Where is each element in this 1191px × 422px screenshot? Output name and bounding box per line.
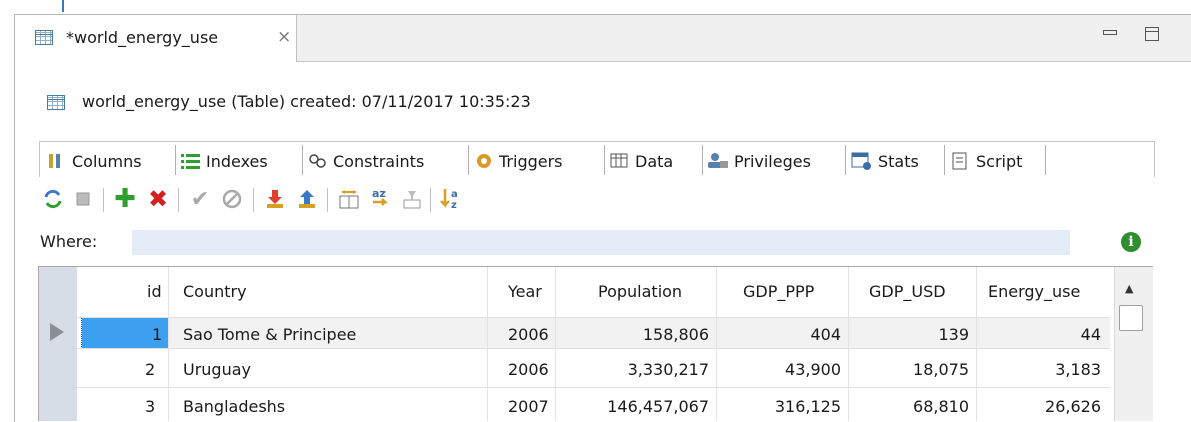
row-header-gutter (39, 267, 77, 421)
column-header-gdp-ppp[interactable]: GDP_PPP (743, 282, 814, 301)
column-header-country[interactable]: Country (183, 282, 247, 301)
table-cell[interactable]: 2 (145, 360, 155, 379)
table-cell[interactable]: 2006 (508, 325, 549, 344)
table-cell[interactable]: Uruguay (183, 360, 251, 379)
tab-columns[interactable]: Columns (46, 148, 142, 174)
close-tab-icon[interactable]: × (277, 27, 291, 47)
maximize-icon[interactable] (1145, 27, 1159, 41)
editor-tab-title: *world_energy_use (66, 28, 219, 47)
script-icon (952, 152, 967, 170)
tab-indexes[interactable]: Indexes (180, 148, 268, 174)
svg-text:az: az (372, 187, 386, 200)
table-cell[interactable]: 3,330,217 (628, 360, 709, 379)
tab-triggers-label: Triggers (499, 151, 563, 171)
table-cell[interactable]: 3 (145, 397, 155, 416)
sort-az-icon[interactable]: az (368, 186, 394, 212)
table-cell[interactable]: 26,626 (1045, 397, 1101, 416)
columns-icon (49, 154, 60, 168)
data-icon (610, 153, 628, 168)
table-cell[interactable]: 1 (152, 325, 162, 344)
table-cell[interactable]: 2007 (508, 397, 549, 416)
column-header-population[interactable]: Population (598, 282, 682, 301)
tab-script[interactable]: Script (950, 148, 1022, 174)
scroll-up-icon[interactable]: ▲ (1125, 282, 1133, 295)
sort-icon[interactable]: az (438, 186, 464, 212)
tab-indexes-label: Indexes (206, 151, 268, 171)
column-width-icon[interactable] (336, 186, 362, 212)
tab-script-label: Script (976, 151, 1023, 171)
current-row-indicator-icon (50, 323, 64, 341)
tab-columns-label: Columns (72, 151, 142, 171)
commit-icon[interactable]: ✔ (187, 186, 213, 212)
accent-bar (62, 0, 64, 12)
column-header-id[interactable]: id (147, 282, 162, 301)
constraints-icon (309, 154, 326, 168)
tab-stats-label: Stats (878, 151, 919, 171)
tab-constraints-label: Constraints (333, 151, 425, 171)
export-icon[interactable] (294, 186, 320, 212)
tab-privileges-label: Privileges (734, 151, 811, 171)
svg-text:z: z (451, 200, 457, 211)
add-row-icon[interactable]: ✚ (112, 184, 138, 214)
tab-privileges[interactable]: Privileges (706, 148, 811, 174)
table-cell[interactable]: 158,806 (643, 325, 709, 344)
table-icon (35, 30, 53, 45)
triggers-icon (477, 154, 491, 168)
privileges-icon (708, 153, 728, 168)
editor-tab[interactable]: *world_energy_use × (15, 15, 297, 62)
refresh-icon[interactable] (40, 186, 66, 212)
minimize-icon[interactable] (1103, 30, 1117, 35)
table-cell[interactable]: 2006 (508, 360, 549, 379)
indexes-icon (181, 154, 200, 169)
table-cell[interactable]: 404 (810, 325, 841, 344)
cancel-icon[interactable] (219, 186, 245, 212)
vertical-scrollbar[interactable] (1114, 267, 1153, 421)
stop-icon[interactable] (70, 186, 96, 212)
filter-icon[interactable] (399, 186, 425, 212)
import-icon[interactable] (262, 186, 288, 212)
tab-data-label: Data (635, 151, 674, 171)
table-cell[interactable]: 316,125 (775, 397, 841, 416)
where-input[interactable] (132, 230, 1070, 255)
table-cell[interactable]: Sao Tome & Principee (183, 325, 356, 344)
table-cell[interactable]: 146,457,067 (607, 397, 709, 416)
table-icon (47, 95, 65, 110)
table-cell[interactable]: 44 (1081, 325, 1101, 344)
stats-icon (851, 152, 871, 170)
table-cell[interactable]: 68,810 (913, 397, 969, 416)
tab-triggers[interactable]: Triggers (473, 148, 563, 174)
table-header: world_energy_use (Table) created: 07/11/… (82, 92, 531, 111)
delete-row-icon[interactable]: ✖ (145, 185, 171, 213)
column-header-year[interactable]: Year (508, 282, 542, 301)
table-cell[interactable]: 3,183 (1055, 360, 1101, 379)
table-cell[interactable]: 139 (938, 325, 969, 344)
column-header-gdp-usd[interactable]: GDP_USD (869, 282, 946, 301)
table-cell[interactable]: 43,900 (785, 360, 841, 379)
table-cell[interactable]: 18,075 (913, 360, 969, 379)
info-icon[interactable]: i (1121, 232, 1141, 252)
column-header-energy-use[interactable]: Energy_use (988, 282, 1080, 301)
scrollbar-thumb[interactable] (1119, 305, 1143, 331)
tab-stats[interactable]: Stats (850, 148, 919, 174)
where-label: Where: (40, 232, 98, 251)
table-cell[interactable]: Bangladeshs (183, 397, 285, 416)
tab-data[interactable]: Data (609, 148, 673, 174)
tab-constraints[interactable]: Constraints (307, 148, 424, 174)
svg-text:a: a (451, 189, 458, 200)
